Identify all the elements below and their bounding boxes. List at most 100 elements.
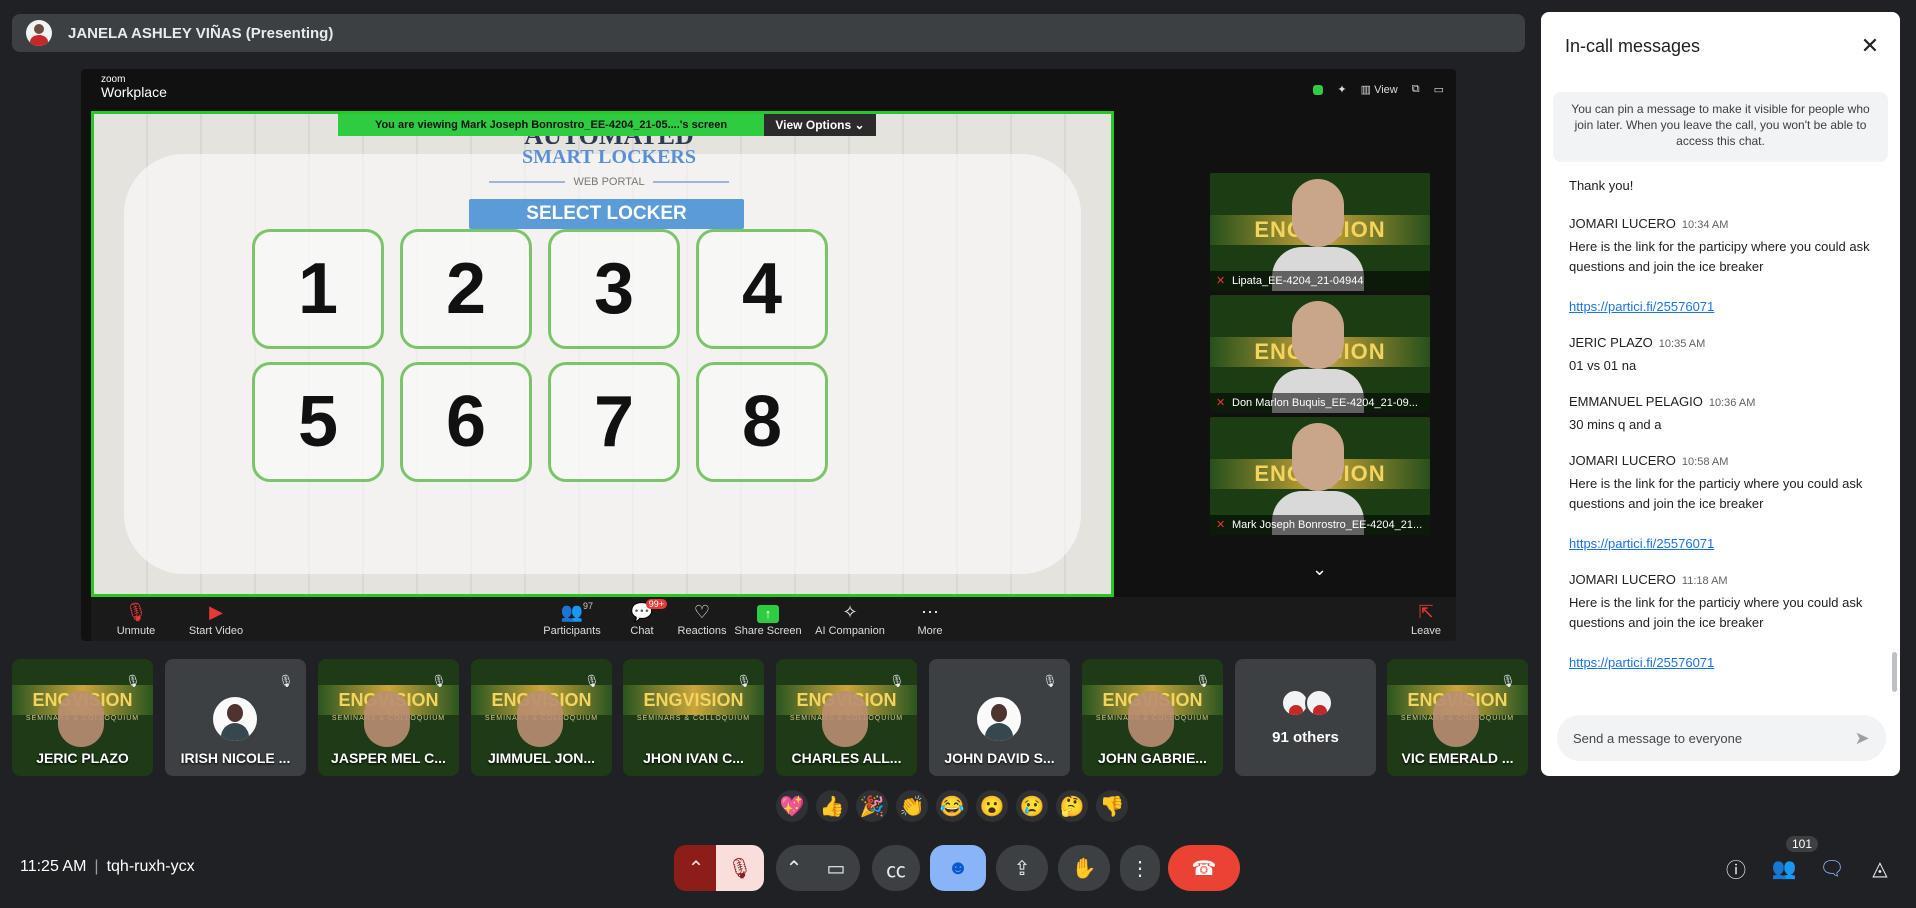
zoom-leave-label: Leave	[1411, 625, 1441, 637]
others-tile[interactable]: 91 others	[1235, 659, 1376, 776]
more-options-button[interactable]: ⋮	[1120, 845, 1160, 891]
captions-icon: ㏄	[886, 859, 906, 882]
view-options-button[interactable]: View Options ⌄	[764, 114, 876, 136]
message-link[interactable]: https://partici.fi/25576071	[1569, 653, 1879, 673]
more-vert-icon: ⋮	[1130, 857, 1150, 880]
participant-tile[interactable]: ENGVISION SEMINARS & COLLOQUIUM 🎙 JERIC …	[12, 659, 153, 776]
reaction-party[interactable]: 🎉	[856, 790, 888, 822]
zoom-start-video-label: Start Video	[188, 625, 244, 637]
participant-tile[interactable]: ENGVISION SEMINARS & COLLOQUIUM 🎙 JOHN G…	[1082, 659, 1223, 776]
message-time: 11:18 AM	[1681, 575, 1728, 587]
message-header: JOMARI LUCERO 10:58 AM	[1569, 453, 1879, 468]
present-button[interactable]: ⇪	[996, 845, 1048, 891]
chat-message: JOMARI LUCERO 10:58 AM Here is the link f…	[1569, 453, 1879, 554]
zoom-ai-companion-button[interactable]: ✧ AI Companion	[805, 601, 895, 637]
chat-message-input[interactable]	[1573, 730, 1833, 746]
reaction-sad[interactable]: 😢	[1016, 790, 1048, 822]
locker-button-3[interactable]: 3	[548, 229, 680, 349]
locker-button-2[interactable]: 2	[400, 229, 532, 349]
meeting-details-button[interactable]: ⓘ	[1722, 856, 1750, 882]
chat-scrollbar[interactable]	[1892, 652, 1897, 692]
mic-off-icon: 🎙	[584, 674, 600, 688]
close-icon[interactable]: ✕	[1858, 34, 1882, 58]
reaction-thumbs-down[interactable]: 👎	[1096, 790, 1128, 822]
more-icon: ⋯	[921, 602, 939, 622]
locker-button-4[interactable]: 4	[696, 229, 828, 349]
zoom-more-button[interactable]: ⋯ More	[885, 601, 975, 637]
participant-name: JASPER MEL C...	[331, 750, 446, 766]
gallery-tile-name: Lipata_EE-4204_21-04944	[1210, 271, 1430, 291]
zoom-share-screen-button[interactable]: ↑ Share Screen	[723, 601, 813, 637]
zoom-leave-button[interactable]: ⇱ Leave	[1396, 601, 1456, 637]
view-options-label: View Options	[775, 118, 852, 132]
tile-banner-sub: SEMINARS & COLLOQUIUM	[636, 715, 751, 722]
others-count: 91 others	[1272, 729, 1339, 746]
activities-button[interactable]: ◬	[1866, 856, 1894, 880]
info-icon: ⓘ	[1726, 859, 1746, 882]
locker-button-6[interactable]: 6	[400, 362, 532, 482]
participant-tile[interactable]: 🎙 IRISH NICOLE ...	[165, 659, 306, 776]
locker-button-8[interactable]: 8	[696, 362, 828, 482]
camera-button[interactable]: ▭	[812, 845, 860, 891]
reaction-laugh[interactable]: 😂	[936, 790, 968, 822]
people-button[interactable]: 👥	[1770, 856, 1798, 880]
chat-message: JOMARI LUCERO 10:34 AM Here is the link f…	[1569, 216, 1879, 317]
message-sender: JOMARI LUCERO	[1569, 216, 1676, 231]
chat-button[interactable]: 🗨	[1818, 856, 1846, 880]
mic-off-icon: ✕	[1216, 519, 1226, 531]
zoom-logo-bottom: Workplace	[101, 84, 167, 100]
reaction-thumbs-up[interactable]: 👍	[816, 790, 848, 822]
microphone-button[interactable]: 🎙	[716, 845, 764, 891]
send-icon[interactable]: ➤	[1850, 726, 1874, 750]
reactions-button[interactable]: ☻	[930, 845, 986, 891]
raise-hand-button[interactable]: ✋	[1058, 845, 1110, 891]
participant-tile[interactable]: ENGVISION SEMINARS & COLLOQUIUM 🎙 JHON I…	[623, 659, 764, 776]
leave-call-button[interactable]: ☎	[1168, 845, 1240, 891]
shapes-icon: ◬	[1872, 857, 1888, 880]
message-header: EMMANUEL PELAGIO 10:36 AM	[1569, 394, 1879, 409]
participant-tile[interactable]: 🎙 JOHN DAVID S...	[929, 659, 1070, 776]
mic-off-icon: 🎙	[1042, 674, 1058, 688]
message-time: 10:34 AM	[1681, 219, 1729, 231]
reaction-thinking[interactable]: 🤔	[1056, 790, 1088, 822]
message-text: Here is the link for the particiy where …	[1569, 595, 1863, 630]
zoom-unmute-button[interactable]: 🎙 Unmute	[91, 601, 181, 637]
reaction-surprised[interactable]: 😮	[976, 790, 1008, 822]
message-link[interactable]: https://partici.fi/25576071	[1569, 534, 1879, 554]
others-avatars	[1281, 689, 1333, 717]
chevron-down-icon[interactable]: ⌄	[1312, 559, 1327, 580]
web-portal-label: WEB PORTAL	[489, 176, 729, 188]
viewing-banner: You are viewing Mark Joseph Bonrostro_EE…	[338, 114, 764, 136]
participant-tile[interactable]: ENGVISION SEMINARS & COLLOQUIUM 🎙 CHARLE…	[776, 659, 917, 776]
emoji-icon: ☻	[947, 856, 969, 879]
mic-off-icon: 🎙	[1500, 674, 1516, 688]
gallery-tile[interactable]: ENGVISION Lipata_EE-4204_21-04944 ✕	[1210, 173, 1430, 291]
participant-tile[interactable]: ENGVISION SEMINARS & COLLOQUIUM 🎙 VIC EM…	[1387, 659, 1528, 776]
locker-button-5[interactable]: 5	[252, 362, 384, 482]
chat-panel: In-call messages ✕ You can pin a message…	[1541, 12, 1900, 776]
video-options-button[interactable]: ⌃	[776, 845, 812, 891]
hand-icon: ✋	[1071, 857, 1097, 880]
shared-app-content: You are viewing Mark Joseph Bonrostro_EE…	[91, 111, 1114, 597]
message-time: 10:36 AM	[1708, 397, 1756, 409]
message-link[interactable]: https://partici.fi/25576071	[1569, 297, 1879, 317]
audio-options-button[interactable]: ⌃	[674, 845, 718, 891]
chat-message: JERIC PLAZO 10:35 AM 01 vs 01 na	[1569, 335, 1879, 376]
zoom-share-screen-label: Share Screen	[734, 625, 802, 637]
reaction-clap[interactable]: 👏	[896, 790, 928, 822]
mic-off-icon: 🎙	[736, 674, 752, 688]
participant-tile[interactable]: ENGVISION SEMINARS & COLLOQUIUM 🎙 JASPER…	[318, 659, 459, 776]
gallery-tile[interactable]: ENGVISION Mark Joseph Bonrostro_EE-4204_…	[1210, 417, 1430, 535]
people-icon: 👥	[1771, 857, 1797, 880]
zoom-start-video-button[interactable]: ▶ Start Video	[171, 601, 261, 637]
message-text: 30 mins q and a	[1569, 417, 1662, 432]
reaction-heart[interactable]: 💖	[776, 790, 808, 822]
mic-off-icon: 🎙	[889, 674, 905, 688]
participant-tile[interactable]: ENGVISION SEMINARS & COLLOQUIUM 🎙 JIMMUE…	[471, 659, 612, 776]
locker-button-1[interactable]: 1	[252, 229, 384, 349]
gallery-tile[interactable]: ENGVISION Don Marlon Buquis_EE-4204_21-0…	[1210, 295, 1430, 413]
captions-button[interactable]: ㏄	[872, 845, 920, 891]
locker-button-7[interactable]: 7	[548, 362, 680, 482]
select-locker-heading: SELECT LOCKER	[469, 199, 744, 229]
participant-video	[58, 691, 104, 747]
